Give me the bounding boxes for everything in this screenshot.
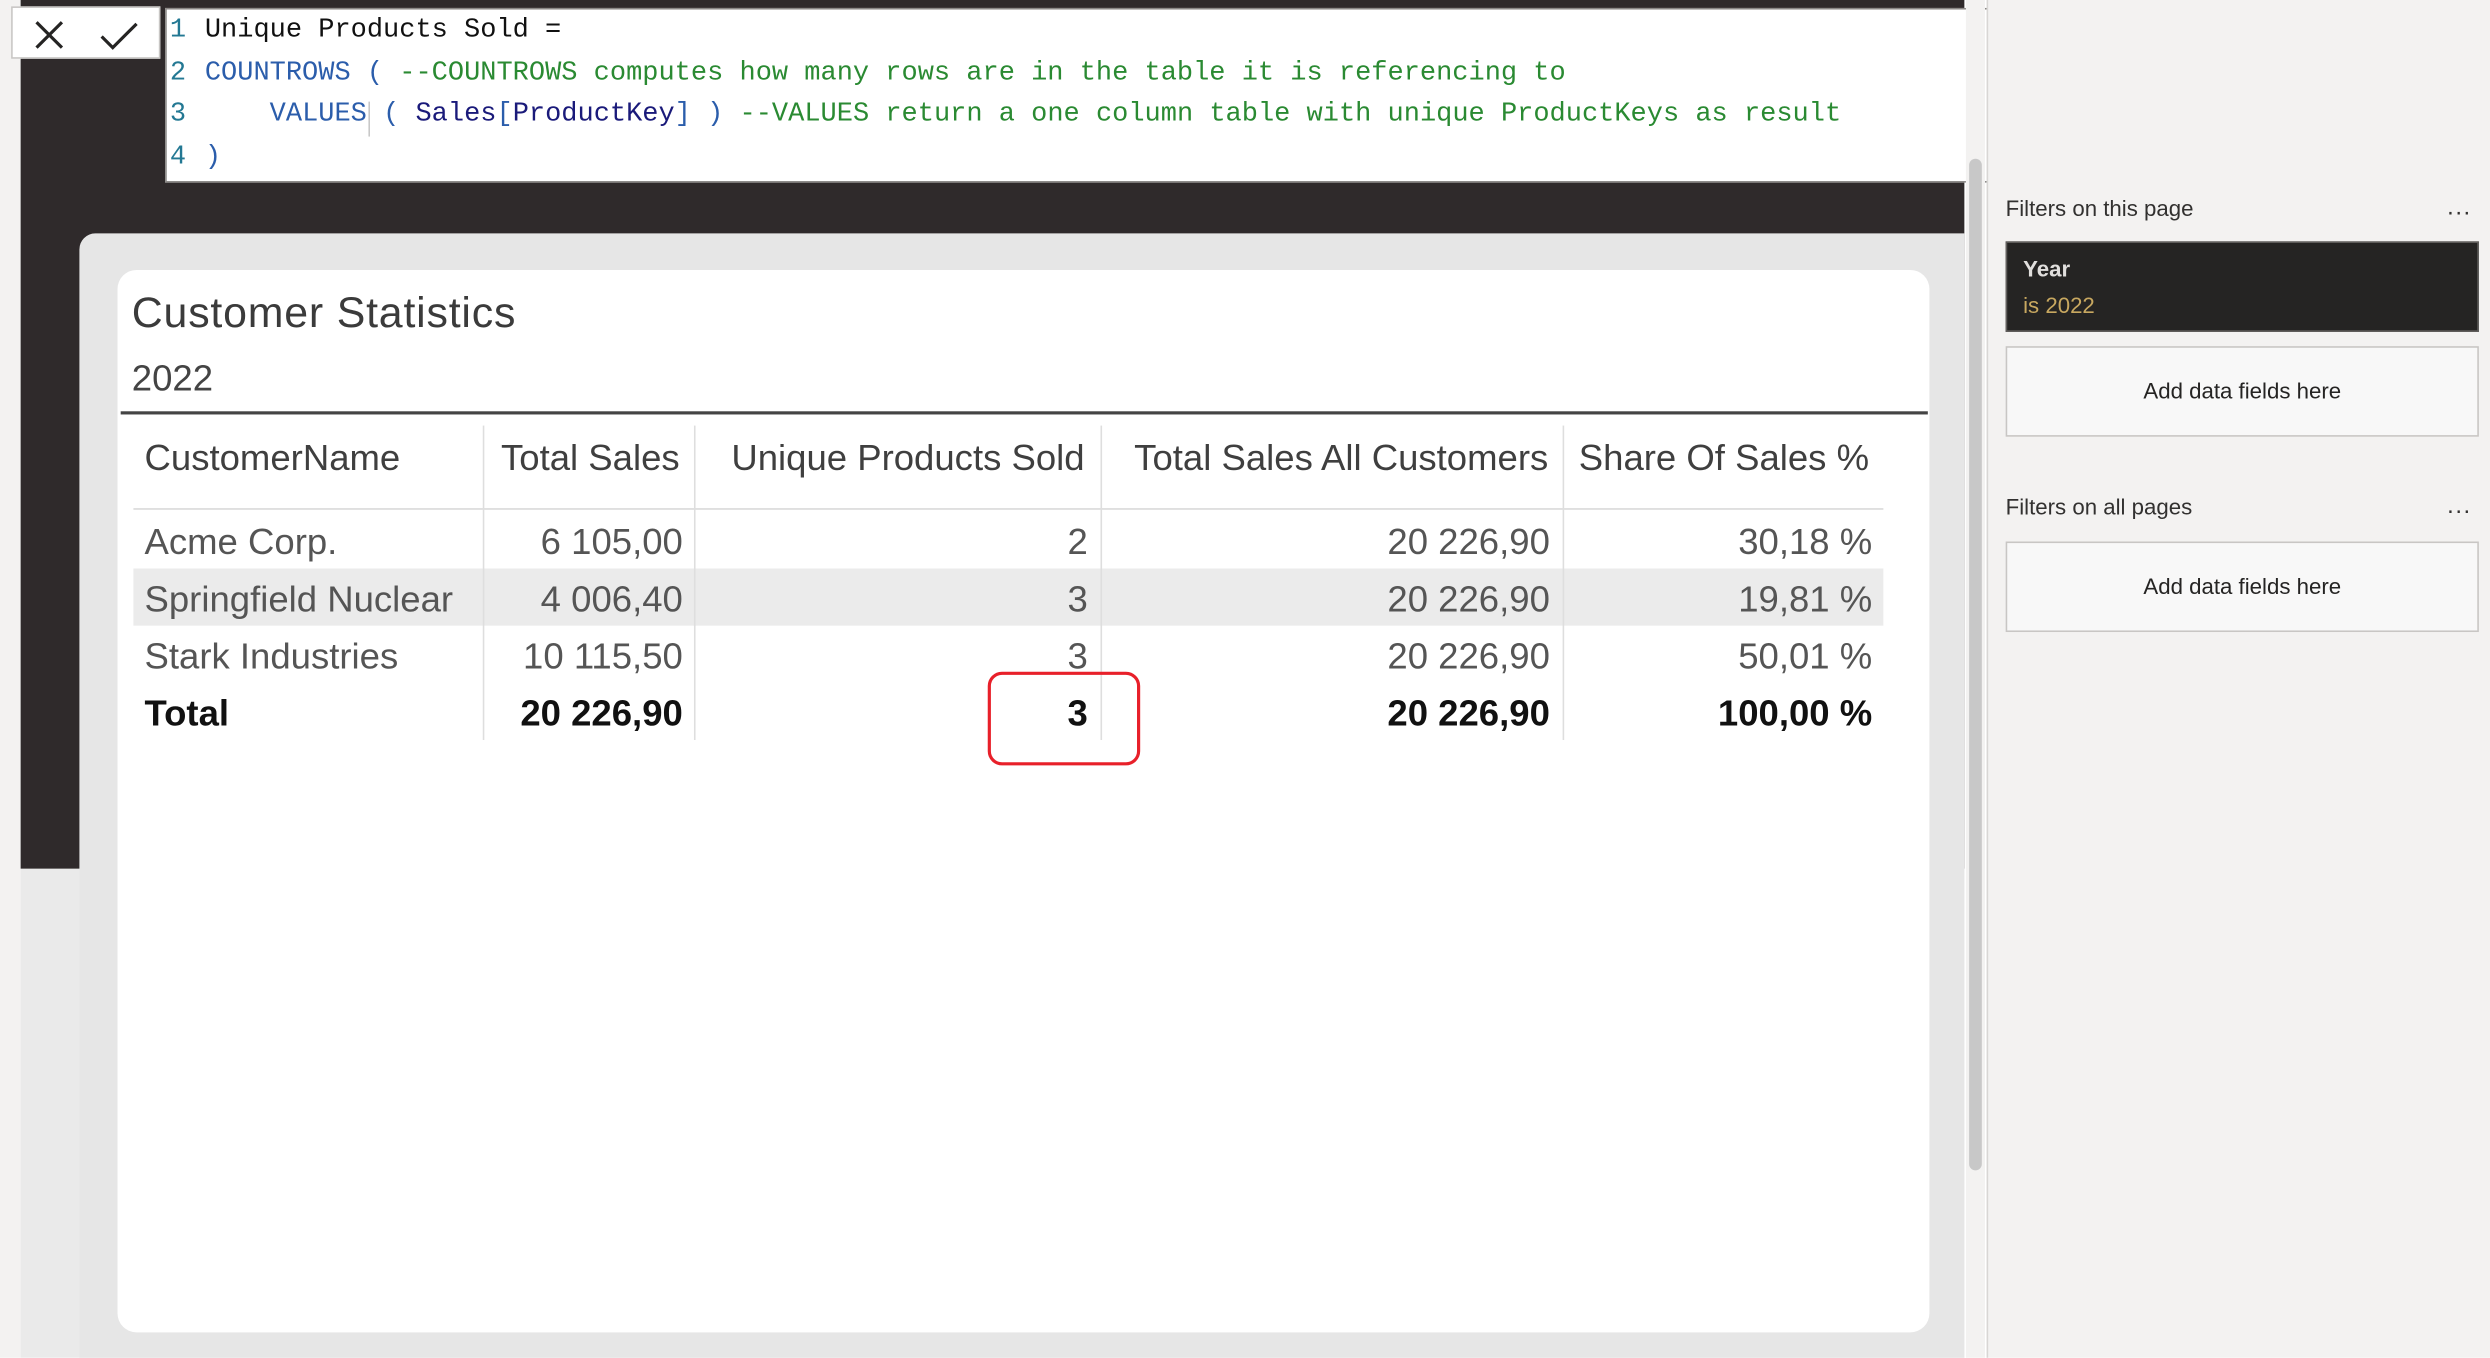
code-line[interactable]: 1 Unique Products Sold = [167,11,562,52]
canvas-scrollbar-thumb[interactable] [1969,158,1982,1171]
code-token: ( [366,100,416,131]
table-row[interactable]: Acme Corp. 6 105,00 2 20 226,90 30,18 % [133,511,1883,568]
add-data-fields-all-pages[interactable]: Add data fields here [2005,541,2479,633]
cell-customer-name: Stark Industries [144,635,399,677]
title-divider [120,411,1928,415]
filters-this-page-more-button[interactable]: ... [2447,194,2472,221]
line-number: 1 [169,15,187,47]
cell-unique-products-sold: 3 [1067,578,1088,620]
line-number: 4 [169,142,187,173]
column-separator [482,425,485,741]
year-filter-value: is 2022 [2023,292,2095,318]
filters-pane: Filters on this page ... Year is 2022 Ad… [1986,0,2490,1358]
cell-total-label: Total [144,692,230,734]
cell-unique-products-sold: 2 [1067,520,1088,563]
column-header-unique-products-sold[interactable]: Unique Products Sold [694,426,1084,509]
customer-statistics-visual[interactable]: Customer Statistics 2022 CustomerName To… [117,269,1930,1333]
column-header-total-sales-all-customers[interactable]: Total Sales All Customers [1100,426,1548,509]
code-comment: --COUNTROWS computes how many rows are i… [399,57,1566,89]
cell-total-sales-all-customers-total: 20 226,90 [1387,692,1550,734]
cell-total-sales: 10 115,50 [523,635,683,677]
table-row[interactable]: Springfield Nuclear 4 006,40 3 20 226,90… [133,568,1884,626]
cell-customer-name: Acme Corp. [144,520,338,563]
code-token: ( [350,57,400,89]
visual-subtitle: 2022 [131,357,214,399]
close-icon [35,21,64,49]
code-token: ) [204,142,222,173]
header-divider [133,508,1884,510]
code-token: VALUES [269,100,367,131]
cell-total-sales-all-customers: 20 226,90 [1387,635,1550,677]
cell-total-sales: 4 006,40 [540,578,683,620]
formula-actions [11,6,161,60]
filters-this-page-heading: Filters on this page [2005,195,2194,221]
cell-total-sales-all-customers: 20 226,90 [1387,520,1550,563]
visual-title: Customer Statistics [131,289,517,337]
column-header-share-of-sales[interactable]: Share Of Sales % [1563,426,1869,509]
cell-customer-name: Springfield Nuclear [144,578,454,620]
code-line[interactable]: 4) [167,137,221,178]
code-comment: --VALUES return a one column table with … [739,100,1842,131]
cell-total-sales-all-customers: 20 226,90 [1387,578,1550,620]
year-filter-card[interactable]: Year is 2022 [2005,241,2479,332]
commit-button[interactable] [83,8,147,60]
cell-share-of-sales: 19,81 % [1738,578,1873,620]
cancel-button[interactable] [16,8,80,60]
code-token: Unique Products Sold = [204,15,562,47]
cell-share-of-sales: 50,01 % [1738,635,1873,677]
code-token: [ [496,100,513,131]
column-separator [693,425,696,741]
code-token: COUNTROWS [204,57,351,89]
cell-share-of-sales-total: 100,00 % [1717,692,1873,734]
filters-all-pages-heading: Filters on all pages [2005,493,2193,520]
column-header-total-sales[interactable]: Total Sales [483,426,680,509]
code-token: ) [690,100,740,131]
cell-share-of-sales: 30,18 % [1738,520,1873,563]
code-line[interactable]: 3 VALUES ( Sales[ProductKey] ) --VALUES … [167,95,1841,136]
checkmark-icon [100,22,138,50]
line-number: 2 [169,57,187,89]
left-gutter [0,0,21,1358]
code-token: ] [674,100,691,131]
year-filter-title: Year [2023,255,2071,282]
code-token: ProductKey [512,100,675,131]
cell-total-sales-sum: 20 226,90 [520,692,683,734]
cell-total-sales: 6 105,00 [540,520,683,563]
column-separator [1562,425,1565,741]
highlight-annotation-box [987,671,1141,766]
column-header-customer-name[interactable]: CustomerName [145,426,482,509]
code-token: Sales [415,100,497,131]
add-data-fields-this-page[interactable]: Add data fields here [2005,346,2479,437]
code-line[interactable]: 2 COUNTROWS ( --COUNTROWS computes how ma… [167,53,1566,94]
filters-all-pages-more-button[interactable]: ... [2447,492,2472,519]
line-number: 3 [169,100,187,131]
